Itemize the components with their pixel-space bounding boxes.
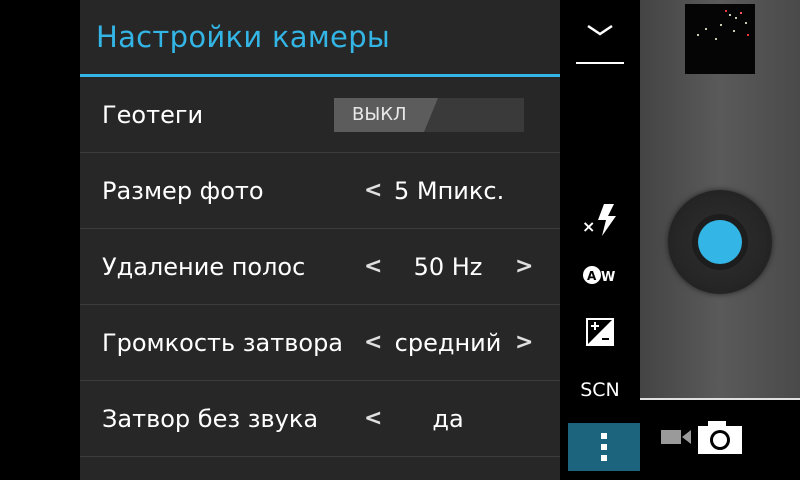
svg-text:A: A [587, 269, 597, 283]
setting-value: да [432, 405, 464, 433]
chevron-down-icon[interactable] [584, 18, 616, 42]
setting-value: 5 Мпикс. [394, 177, 505, 205]
setting-label: Размер фото [102, 177, 264, 205]
setting-row-anti-banding: Удаление полос < 50 Hz > [80, 229, 560, 305]
shutter-ring [692, 214, 748, 270]
camera-icon[interactable] [696, 418, 746, 456]
shutter-button[interactable] [668, 190, 772, 294]
video-icon[interactable] [660, 426, 692, 448]
setting-label: Удаление полос [102, 253, 306, 281]
row-divider [80, 456, 560, 457]
setting-label: Геотеги [102, 101, 204, 129]
setting-value: 50 Hz [413, 253, 483, 281]
camera-control-strip: × A W SCN [560, 0, 640, 480]
setting-row-photo-size: Размер фото < 5 Мпикс. [80, 153, 560, 229]
setting-label: Затвор без звука [102, 405, 319, 433]
scene-mode-icon[interactable]: SCN [560, 374, 640, 406]
toggle-state-label: ВЫКЛ [352, 104, 407, 125]
svg-text:×: × [582, 217, 595, 236]
svg-text:W: W [601, 270, 615, 285]
setting-row-shutter-volume: Громкость затвора < средний > [80, 305, 560, 381]
setting-value: средний [394, 329, 502, 357]
exposure-icon[interactable] [560, 312, 640, 352]
flash-off-icon[interactable]: × [560, 200, 640, 240]
page-title: Настройки камеры [96, 20, 391, 54]
mode-divider [640, 398, 800, 400]
menu-icon[interactable] [568, 423, 640, 471]
left-blank-area [0, 0, 80, 480]
setting-label: Громкость затвора [102, 329, 344, 357]
next-value-button[interactable]: > [515, 305, 533, 381]
last-photo-thumbnail[interactable] [685, 4, 755, 74]
strip-divider [576, 62, 624, 64]
shutter-icon [698, 220, 742, 264]
setting-row-geotags[interactable]: Геотеги ВЫКЛ [80, 77, 560, 153]
scene-mode-label: SCN [580, 379, 620, 401]
geotags-toggle[interactable]: ВЫКЛ [334, 98, 524, 132]
camera-settings-panel: Настройки камеры Геотеги ВЫКЛ Размер фот… [80, 0, 560, 480]
auto-white-balance-icon[interactable]: A W [560, 256, 640, 292]
mode-switcher [640, 398, 800, 480]
shutter-panel [640, 0, 800, 480]
next-value-button[interactable]: > [515, 229, 533, 305]
setting-row-silent-shutter: Затвор без звука < да [80, 381, 560, 457]
